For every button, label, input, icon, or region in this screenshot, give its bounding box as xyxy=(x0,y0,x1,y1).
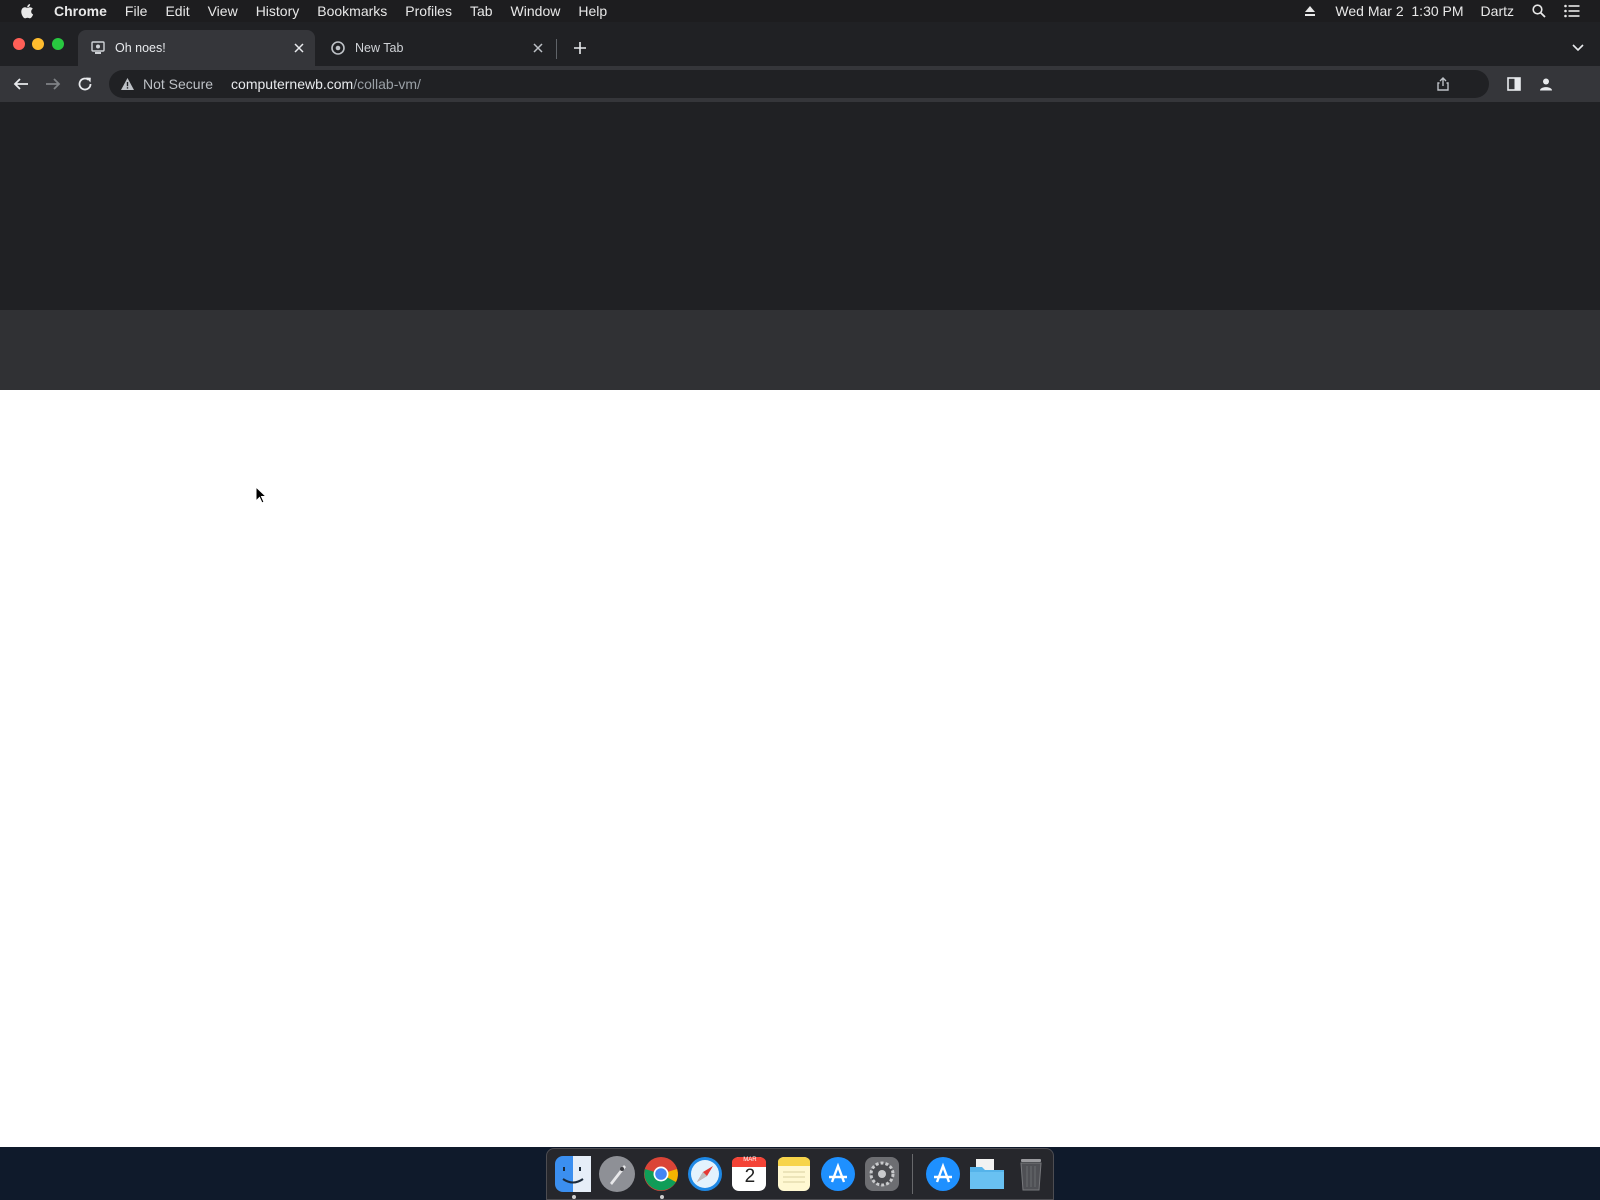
spotlight-search-icon[interactable] xyxy=(1531,3,1547,19)
tab-close-icon[interactable] xyxy=(291,40,307,56)
window-zoom-button[interactable] xyxy=(52,38,64,50)
dock-app-store-icon[interactable] xyxy=(818,1154,857,1194)
dock-app-store-downloads-icon[interactable] xyxy=(923,1154,962,1194)
window-close-button[interactable] xyxy=(13,38,25,50)
page-content xyxy=(0,102,1600,1147)
control-center-list-icon[interactable] xyxy=(1564,3,1580,19)
url-path: /collab-vm/ xyxy=(353,76,421,92)
menu-profiles[interactable]: Profiles xyxy=(405,0,452,22)
dock-calendar-icon[interactable]: MAR 2 xyxy=(730,1154,769,1194)
dock-finder-icon[interactable] xyxy=(554,1154,593,1199)
collabvm-favicon-icon xyxy=(90,40,106,56)
menu-edit[interactable]: Edit xyxy=(165,0,189,22)
warning-triangle-icon[interactable] xyxy=(119,76,135,92)
new-tab-plus-icon[interactable] xyxy=(570,38,590,58)
menubar-clock[interactable]: Wed Mar 2 1:30 PM xyxy=(1335,3,1463,19)
menu-history[interactable]: History xyxy=(256,0,300,22)
tab-search-chevron-down-icon[interactable] xyxy=(1568,38,1588,58)
address-bar[interactable]: Not Secure computernewb.com /collab-vm/ xyxy=(109,70,1489,98)
tab-new-tab[interactable]: New Tab xyxy=(318,30,554,66)
apple-menu-icon[interactable] xyxy=(20,3,36,19)
chrome-favicon-icon xyxy=(330,40,346,56)
menu-bar: Chrome File Edit View History Bookmarks … xyxy=(0,0,1600,22)
window-minimize-button[interactable] xyxy=(32,38,44,50)
page-subheader-band xyxy=(0,310,1600,390)
menu-tab[interactable]: Tab xyxy=(470,0,493,22)
dock-safari-icon[interactable] xyxy=(686,1154,725,1194)
dock-downloads-folder-icon[interactable] xyxy=(967,1154,1006,1194)
eject-icon[interactable] xyxy=(1302,3,1318,19)
browser-toolbar: Not Secure computernewb.com /collab-vm/ xyxy=(0,66,1600,102)
dock-notes-icon[interactable] xyxy=(774,1154,813,1194)
calendar-day: 2 xyxy=(744,1166,756,1187)
dock-chrome-icon[interactable] xyxy=(642,1154,681,1199)
menubar-user[interactable]: Dartz xyxy=(1481,3,1514,19)
tab-strip: Oh noes! New Tab xyxy=(0,22,1600,66)
dock-system-preferences-icon[interactable] xyxy=(862,1154,901,1194)
dock-trash-icon[interactable] xyxy=(1011,1154,1050,1194)
url-host: computernewb.com xyxy=(231,76,354,92)
menu-app-chrome[interactable]: Chrome xyxy=(54,0,107,22)
running-indicator xyxy=(659,1195,664,1199)
share-icon[interactable] xyxy=(1435,76,1451,92)
mouse-pointer-icon xyxy=(255,485,268,504)
page-header-band xyxy=(0,102,1600,310)
running-indicator xyxy=(571,1195,576,1199)
menu-view[interactable]: View xyxy=(208,0,238,22)
not-secure-label[interactable]: Not Secure xyxy=(143,76,213,92)
forward-arrow-icon[interactable] xyxy=(41,72,65,96)
tab-title: Oh noes! xyxy=(115,41,166,55)
calendar-month: MAR xyxy=(743,1157,757,1163)
tab-oh-noes[interactable]: Oh noes! xyxy=(78,30,315,66)
chrome-window: Oh noes! New Tab Not Secure computernewb… xyxy=(0,22,1600,1147)
reload-icon[interactable] xyxy=(73,72,97,96)
menu-help[interactable]: Help xyxy=(578,0,607,22)
profile-avatar-icon[interactable] xyxy=(1534,72,1558,96)
tab-separator xyxy=(556,39,557,59)
dock-divider xyxy=(911,1154,913,1194)
tab-close-icon[interactable] xyxy=(530,40,546,56)
dock: MAR 2 xyxy=(546,1148,1054,1200)
menu-window[interactable]: Window xyxy=(511,0,561,22)
menu-file[interactable]: File xyxy=(125,0,148,22)
back-arrow-icon[interactable] xyxy=(9,72,33,96)
side-panel-icon[interactable] xyxy=(1502,72,1526,96)
tab-title: New Tab xyxy=(355,41,404,55)
menu-bookmarks[interactable]: Bookmarks xyxy=(317,0,387,22)
dock-launchpad-icon[interactable] xyxy=(598,1154,637,1194)
